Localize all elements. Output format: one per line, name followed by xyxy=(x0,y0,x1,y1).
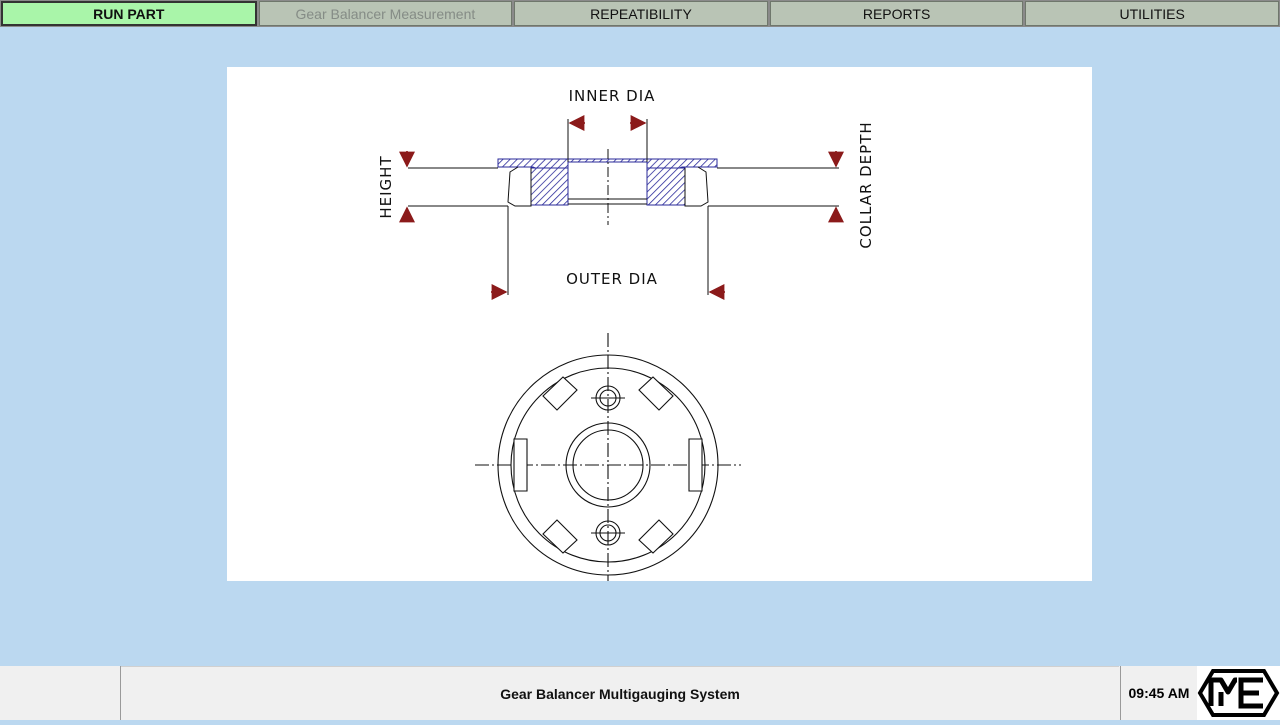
dimension-arrows xyxy=(399,115,844,300)
me-logo-icon xyxy=(1197,669,1280,717)
section-view xyxy=(408,119,839,295)
collar-depth-label: COLLAR DEPTH xyxy=(857,121,875,248)
plan-view xyxy=(475,333,741,581)
tab-reports[interactable]: REPORTS xyxy=(769,1,1024,26)
clock: 09:45 AM xyxy=(1120,666,1198,720)
company-logo xyxy=(1197,666,1280,720)
top-tab-bar: RUN PART Gear Balancer Measurement REPEA… xyxy=(0,0,1280,27)
tab-repeatibility[interactable]: REPEATIBILITY xyxy=(514,1,768,26)
status-left-blank xyxy=(0,666,121,720)
part-drawing-panel: INNER DIA OUTER DIA HEIGHT COLLAR DEPTH xyxy=(227,67,1092,581)
height-label: HEIGHT xyxy=(377,155,395,218)
part-drawing: INNER DIA OUTER DIA HEIGHT COLLAR DEPTH xyxy=(377,87,875,581)
inner-dia-label: INNER DIA xyxy=(569,87,656,105)
tab-run-part[interactable]: RUN PART xyxy=(1,1,257,26)
app-title: Gear Balancer Multigauging System xyxy=(121,666,1119,721)
tab-utilities[interactable]: UTILITIES xyxy=(1025,1,1279,26)
status-bar: Gear Balancer Multigauging System 09:45 … xyxy=(0,666,1280,720)
outer-dia-label: OUTER DIA xyxy=(566,270,658,288)
tab-gear-balancer-measurement: Gear Balancer Measurement xyxy=(258,1,513,26)
